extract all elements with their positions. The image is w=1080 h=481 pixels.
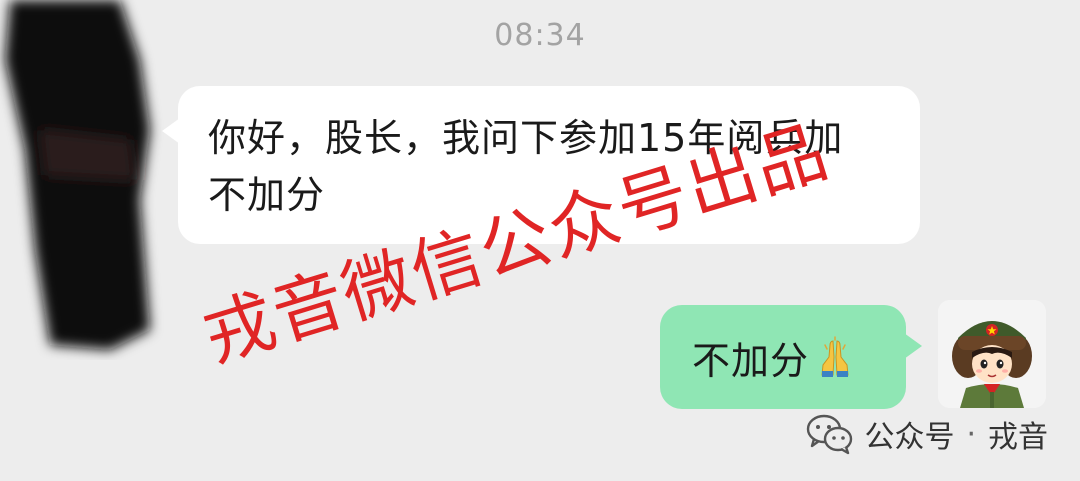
account-type-label: 公众号 bbox=[864, 420, 955, 455]
official-account-footer: 公众号 · 戎音 bbox=[806, 412, 1048, 456]
account-name-label: 戎音 bbox=[988, 420, 1048, 455]
pray-hands-icon bbox=[821, 336, 849, 377]
outgoing-bubble-tail bbox=[904, 333, 922, 359]
wechat-icon bbox=[807, 414, 853, 455]
outgoing-message-bubble[interactable]: 不加分 bbox=[660, 305, 906, 409]
footer-separator: · bbox=[966, 416, 976, 452]
message-timestamp: 08:34 bbox=[494, 18, 586, 53]
obscured-avatar bbox=[5, 0, 150, 350]
user-avatar[interactable] bbox=[938, 300, 1046, 408]
outgoing-message-text: 不加分 bbox=[692, 338, 810, 383]
